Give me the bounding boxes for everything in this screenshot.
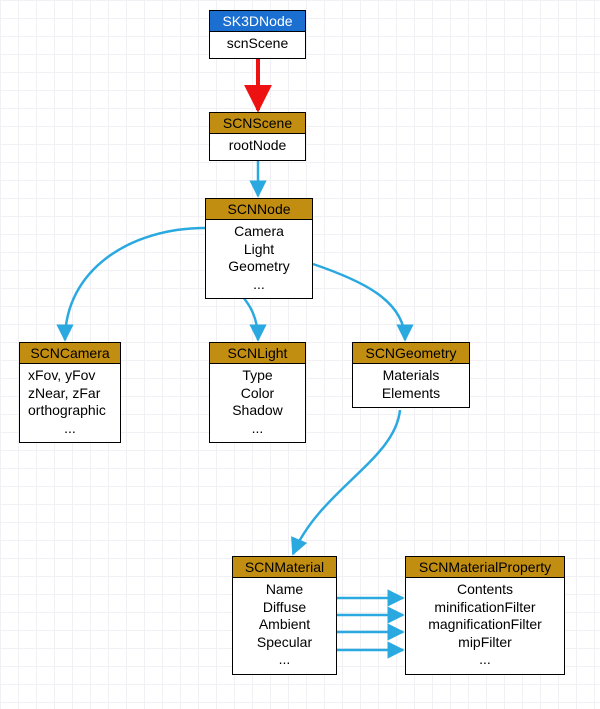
node-scnmaterialproperty: SCNMaterialProperty Contents minificatio… (405, 556, 565, 675)
node-header: SCNGeometry (353, 343, 469, 364)
node-body: Materials Elements (353, 364, 469, 407)
node-header: SK3DNode (210, 11, 305, 32)
node-scnnode: SCNNode Camera Light Geometry ... (205, 198, 313, 299)
node-item: Contents (414, 581, 556, 599)
node-item: Materials (361, 367, 461, 385)
node-item: Diffuse (241, 599, 328, 617)
node-sk3dnode: SK3DNode scnScene (209, 10, 306, 59)
node-item: ... (214, 276, 304, 294)
node-scnlight: SCNLight Type Color Shadow ... (209, 342, 306, 443)
node-header: SCNLight (210, 343, 305, 364)
node-body: rootNode (210, 134, 305, 160)
node-item: magnificationFilter (414, 616, 556, 634)
node-item: Geometry (214, 258, 304, 276)
node-item: minificationFilter (414, 599, 556, 617)
node-item: ... (28, 420, 112, 438)
node-item: ... (414, 651, 556, 669)
node-item: Elements (361, 385, 461, 403)
node-body: xFov, yFov zNear, zFar orthographic ... (20, 364, 120, 442)
node-header: SCNCamera (20, 343, 120, 364)
node-item: zNear, zFar (28, 385, 112, 403)
node-item: Camera (214, 223, 304, 241)
node-item: Color (218, 385, 297, 403)
node-item: Light (214, 241, 304, 259)
node-item: Shadow (218, 402, 297, 420)
node-item: xFov, yFov (28, 367, 112, 385)
node-item: rootNode (218, 137, 297, 155)
node-item: Ambient (241, 616, 328, 634)
node-item: ... (218, 420, 297, 438)
node-header: SCNMaterialProperty (406, 557, 564, 578)
node-scnmaterial: SCNMaterial Name Diffuse Ambient Specula… (232, 556, 337, 675)
node-header: SCNScene (210, 113, 305, 134)
node-body: Camera Light Geometry ... (206, 220, 312, 298)
node-item: scnScene (218, 35, 297, 53)
node-body: scnScene (210, 32, 305, 58)
node-scngeometry: SCNGeometry Materials Elements (352, 342, 470, 408)
node-body: Type Color Shadow ... (210, 364, 305, 442)
node-item: Type (218, 367, 297, 385)
node-scnscene: SCNScene rootNode (209, 112, 306, 161)
node-item: orthographic (28, 402, 112, 420)
node-item: Specular (241, 634, 328, 652)
node-header: SCNNode (206, 199, 312, 220)
node-item: mipFilter (414, 634, 556, 652)
node-header: SCNMaterial (233, 557, 336, 578)
node-item: ... (241, 651, 328, 669)
node-body: Name Diffuse Ambient Specular ... (233, 578, 336, 674)
node-scncamera: SCNCamera xFov, yFov zNear, zFar orthogr… (19, 342, 121, 443)
node-item: Name (241, 581, 328, 599)
node-body: Contents minificationFilter magnificatio… (406, 578, 564, 674)
